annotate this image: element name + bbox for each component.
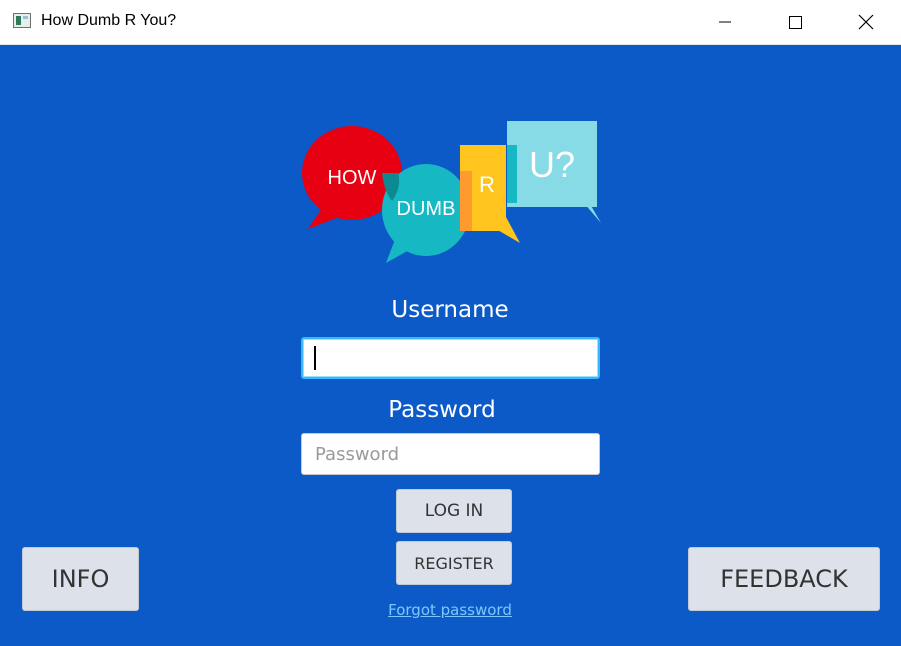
login-button[interactable]: LOG IN: [396, 489, 512, 533]
username-label: Username: [391, 297, 509, 323]
password-label: Password: [388, 397, 496, 423]
logo-word-dumb: DUMB: [397, 198, 456, 220]
window-title: How Dumb R You?: [41, 12, 177, 29]
logo-word-r: R: [479, 172, 495, 197]
logo-word-u: U?: [529, 144, 575, 185]
username-input[interactable]: [301, 337, 600, 379]
close-icon: [858, 14, 874, 30]
minimize-button[interactable]: [702, 0, 748, 45]
main-panel: HOW DUMB R U? Username Password LOG IN R…: [0, 45, 901, 646]
maximize-button[interactable]: [772, 0, 818, 45]
app-logo: HOW DUMB R U?: [296, 117, 606, 267]
logo-word-how: HOW: [328, 167, 377, 189]
register-button[interactable]: REGISTER: [396, 541, 512, 585]
close-button[interactable]: [843, 0, 889, 45]
info-button[interactable]: INFO: [22, 547, 139, 611]
feedback-button[interactable]: FEEDBACK: [688, 547, 880, 611]
title-bar: How Dumb R You?: [0, 0, 901, 45]
forgot-password-link[interactable]: Forgot password: [380, 601, 520, 619]
app-icon: [13, 13, 31, 28]
minimize-icon: [719, 21, 731, 23]
maximize-icon: [789, 16, 802, 29]
password-input[interactable]: [301, 433, 600, 475]
text-cursor: [314, 346, 316, 370]
